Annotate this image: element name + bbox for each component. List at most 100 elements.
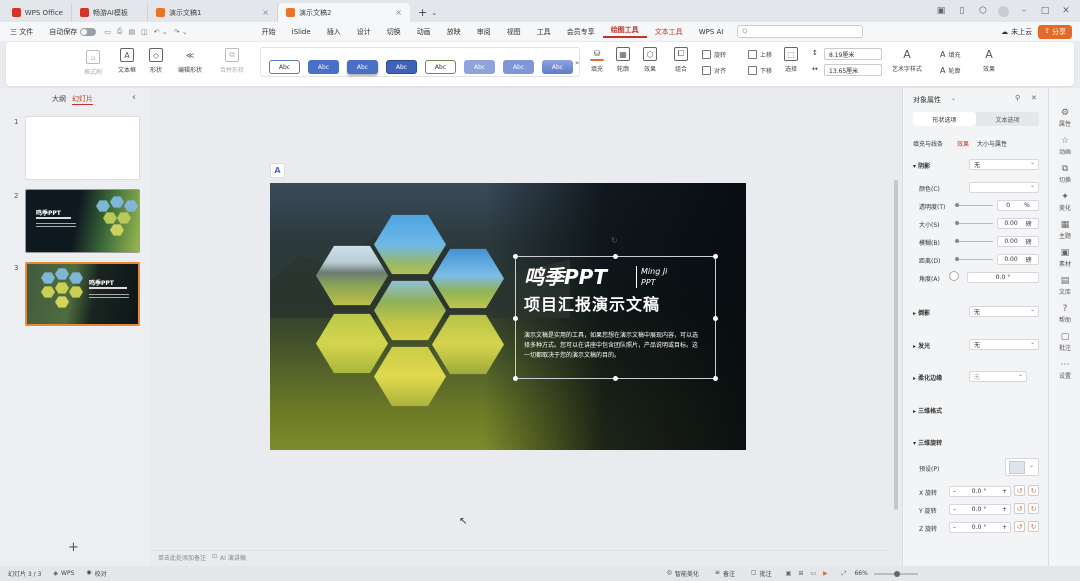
- text-outline-button[interactable]: A 轮廓: [940, 66, 961, 75]
- export-icon[interactable]: ⎙: [117, 27, 123, 36]
- bring-forward-button[interactable]: 上移: [748, 50, 772, 59]
- comments-button[interactable]: ▢ 批注: [751, 569, 772, 578]
- tab-view[interactable]: 视图: [499, 27, 529, 37]
- side-theme[interactable]: ▦ 主题: [1049, 220, 1080, 240]
- tab-presentation-2[interactable]: 演示文稿2 ×: [278, 3, 410, 22]
- rotation-preset-select[interactable]: ⌄: [1005, 458, 1039, 476]
- slider-thumb[interactable]: [955, 257, 959, 261]
- tab-shape-options[interactable]: 形状选项: [913, 112, 976, 126]
- tab-slideshow[interactable]: 放映: [439, 27, 469, 37]
- tab-insert[interactable]: 插入: [319, 27, 349, 37]
- zoom-level[interactable]: 66%: [854, 570, 867, 577]
- rotate-button[interactable]: 旋转: [702, 50, 726, 59]
- smart-beautify-button[interactable]: ◎ 智能美化: [667, 569, 699, 578]
- maximize-icon[interactable]: □: [1039, 5, 1051, 17]
- tab-review[interactable]: 审阅: [469, 27, 499, 37]
- play-icon[interactable]: ▶: [823, 570, 828, 577]
- tab-member[interactable]: 会员专享: [559, 27, 603, 37]
- text-effect-button[interactable]: A 效果: [982, 47, 996, 74]
- side-help[interactable]: ? 帮助: [1049, 304, 1080, 324]
- side-assets[interactable]: ▣ 素材: [1049, 248, 1080, 268]
- slider-thumb[interactable]: [955, 239, 959, 243]
- close-panel-icon[interactable]: ✕: [1031, 94, 1037, 102]
- art-style-button[interactable]: A 艺术字样式: [892, 47, 922, 74]
- tab-slides[interactable]: 幻灯片: [72, 94, 93, 105]
- side-beautify[interactable]: ✦ 美化: [1049, 192, 1080, 212]
- size-slider[interactable]: [957, 223, 993, 224]
- autosave-toggle[interactable]: [80, 27, 97, 36]
- style-swatch[interactable]: Abc: [425, 60, 456, 74]
- sorter-view-icon[interactable]: ⊞: [798, 570, 803, 577]
- transparency-stepper[interactable]: 0%: [997, 200, 1039, 211]
- close-icon[interactable]: ✕: [1060, 5, 1072, 17]
- rotate-up-icon[interactable]: ↺: [1014, 503, 1025, 514]
- shape-width-input[interactable]: 8.19厘米: [824, 48, 882, 60]
- cube-icon[interactable]: ⬡: [977, 5, 989, 17]
- edit-shape-button[interactable]: ≪ 编辑形状: [178, 48, 202, 75]
- layout-icon[interactable]: ▣: [935, 5, 947, 17]
- ai-notes-button[interactable]: ⊡ AI 演讲稿: [212, 553, 246, 562]
- slide-thumbnail-3[interactable]: 鸣季PPT: [25, 262, 140, 326]
- shadow-section[interactable]: ▾ 阴影: [913, 161, 930, 170]
- ai-assist-icon[interactable]: A: [270, 163, 285, 178]
- glow-section[interactable]: ▸ 发光: [913, 341, 930, 350]
- outline-button[interactable]: ▦ 轮廓: [616, 47, 630, 73]
- style-swatch[interactable]: Abc: [269, 60, 300, 74]
- resize-handle[interactable]: [513, 254, 518, 259]
- resize-handle[interactable]: [713, 316, 718, 321]
- close-tab-icon[interactable]: ×: [395, 8, 402, 17]
- rotate-down-icon[interactable]: ↻: [1028, 503, 1039, 514]
- slide-thumbnail-1[interactable]: [25, 116, 140, 180]
- rotate-cw-icon[interactable]: ↻: [1028, 521, 1039, 532]
- reflection-section[interactable]: ▸ 倒影: [913, 308, 930, 317]
- slider-thumb[interactable]: [955, 221, 959, 225]
- slider-thumb[interactable]: [955, 203, 959, 207]
- tab-wps-ai[interactable]: WPS AI: [691, 28, 732, 36]
- tab-text-tools[interactable]: 文本工具: [647, 27, 691, 37]
- blur-slider[interactable]: [957, 241, 993, 242]
- slide-thumbnail-2[interactable]: 鸣季PPT: [25, 189, 140, 253]
- tab-presentation-1[interactable]: 演示文稿1 ×: [148, 3, 278, 22]
- tab-design[interactable]: 设计: [349, 27, 379, 37]
- proof-button[interactable]: ◉ 校对: [86, 569, 106, 578]
- preview-icon[interactable]: ◫: [141, 28, 148, 36]
- redo-icon[interactable]: ↷ ⌄: [174, 28, 188, 36]
- merge-shape-button[interactable]: ⧉ 合并形状: [220, 48, 244, 74]
- save-icon[interactable]: ▭: [104, 28, 111, 36]
- tab-home[interactable]: 开始: [254, 27, 284, 37]
- style-swatch[interactable]: Abc: [347, 60, 378, 74]
- resize-handle[interactable]: [613, 376, 618, 381]
- resize-handle[interactable]: [513, 316, 518, 321]
- undo-icon[interactable]: ↶ ⌄: [154, 28, 168, 36]
- side-properties[interactable]: ⚙ 属性: [1049, 108, 1080, 128]
- reflection-select[interactable]: 无: [969, 306, 1039, 317]
- angle-dial-icon[interactable]: [949, 271, 959, 281]
- subtab-effect[interactable]: 效果: [957, 139, 969, 148]
- rotate-ccw-icon[interactable]: ↺: [1014, 521, 1025, 532]
- tab-drawing-tools[interactable]: 绘图工具: [602, 25, 647, 38]
- tab-islide[interactable]: iSlide: [284, 28, 319, 36]
- add-slide-button[interactable]: +: [68, 540, 79, 555]
- text-fill-button[interactable]: A 填充: [940, 50, 961, 59]
- y-rotation-stepper[interactable]: –0.0 ° +: [949, 504, 1011, 515]
- vertical-scrollbar[interactable]: [894, 180, 898, 510]
- side-settings[interactable]: ⋯ 设置: [1049, 360, 1080, 380]
- side-animation[interactable]: ☆ 动画: [1049, 136, 1080, 156]
- effect-button[interactable]: ⬡ 效果: [643, 47, 657, 73]
- notes-button[interactable]: ≡ 备注: [715, 569, 735, 578]
- x-rotation-stepper[interactable]: –0.0 ° +: [949, 486, 1011, 497]
- tab-transition[interactable]: 切换: [379, 27, 409, 37]
- shape-button[interactable]: ◇ 形状: [149, 48, 163, 74]
- align-button[interactable]: 对齐: [702, 66, 726, 75]
- shadow-select[interactable]: 无: [969, 159, 1039, 170]
- new-tab-button[interactable]: + ⌄: [410, 3, 445, 22]
- notes-placeholder[interactable]: 单击此处添加备注: [158, 553, 206, 562]
- style-swatch[interactable]: Abc: [464, 60, 495, 74]
- tab-outline[interactable]: 大纲: [52, 94, 66, 104]
- style-swatch[interactable]: Abc: [503, 60, 534, 74]
- resize-handle[interactable]: [713, 254, 718, 259]
- soft-edge-select[interactable]: 无: [969, 371, 1027, 382]
- resize-handle[interactable]: [713, 376, 718, 381]
- search-input[interactable]: Q: [737, 25, 864, 38]
- rotation-3d-section[interactable]: ▾ 三维旋转: [913, 438, 942, 447]
